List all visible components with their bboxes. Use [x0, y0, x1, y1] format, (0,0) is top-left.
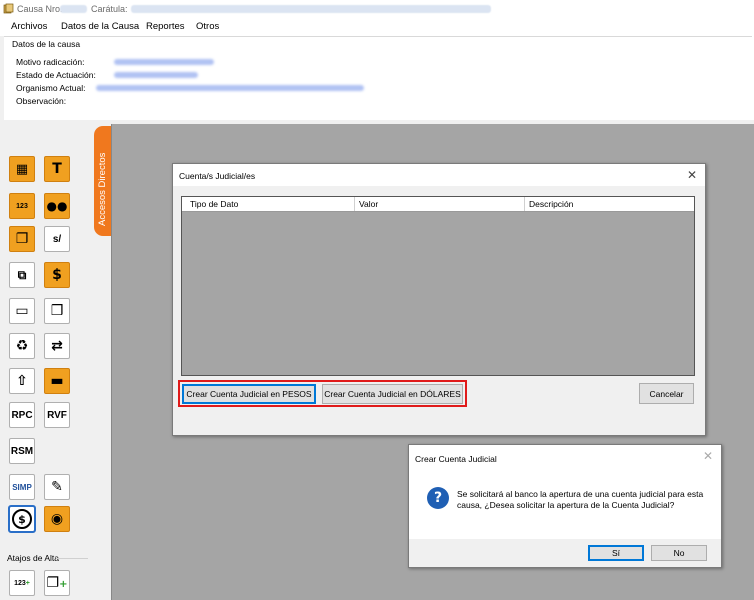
- confirm-title: Crear Cuenta Judicial: [415, 454, 497, 464]
- folder-icon[interactable]: ▭: [9, 298, 35, 324]
- causa-number-redacted: [60, 5, 87, 13]
- estado-actuacion-label: Estado de Actuación:: [16, 70, 96, 80]
- documents-icon[interactable]: ❒: [44, 298, 70, 324]
- dialog-header: Cuenta/s Judicial/es ✕: [173, 164, 705, 186]
- cancelar-button[interactable]: Cancelar: [639, 383, 694, 404]
- rsm-icon[interactable]: RSM: [9, 438, 35, 464]
- confirm-footer: Sí No: [409, 539, 721, 567]
- organismo-actual-value-redacted: [96, 85, 364, 91]
- accesos-directos-tab[interactable]: Accesos Directos: [94, 126, 112, 236]
- copy-stack-icon[interactable]: ❐: [9, 226, 35, 252]
- calculator-icon[interactable]: ▦: [9, 156, 35, 182]
- col-tipo-dato[interactable]: Tipo de Dato: [190, 199, 238, 209]
- upload-document-icon[interactable]: ⇧: [9, 368, 35, 394]
- menu-reportes[interactable]: Reportes: [146, 21, 185, 32]
- confirm-header: Crear Cuenta Judicial ✕: [409, 445, 721, 467]
- numbers-icon[interactable]: 123: [9, 193, 35, 219]
- no-button[interactable]: No: [651, 545, 707, 561]
- text-icon[interactable]: T: [44, 156, 70, 182]
- crear-cuenta-pesos-button[interactable]: Crear Cuenta Judicial en PESOS: [182, 384, 316, 404]
- question-icon: ?: [427, 487, 449, 509]
- accesos-directos-label: Accesos Directos: [97, 152, 108, 226]
- eye-icon[interactable]: ◉: [44, 506, 70, 532]
- causa-label: Causa Nro.:: [17, 4, 66, 14]
- simp-icon[interactable]: SIMP: [9, 474, 35, 500]
- datos-causa-panel: Datos de la causa Motivo radicación: Est…: [4, 36, 754, 120]
- new-numbers-icon[interactable]: 123+: [9, 570, 35, 596]
- cuentas-grid[interactable]: Tipo de Dato Valor Descripción: [181, 196, 695, 376]
- organismo-actual-label: Organismo Actual:: [16, 83, 86, 93]
- menu-archivos[interactable]: Archivos: [11, 21, 47, 32]
- people-icon[interactable]: ●●: [44, 193, 70, 219]
- dialog-title: Cuenta/s Judicial/es: [179, 171, 256, 181]
- grid-header: Tipo de Dato Valor Descripción: [182, 197, 694, 212]
- dollar-circle-icon[interactable]: $: [8, 505, 36, 533]
- monitor-icon[interactable]: ▬: [44, 368, 70, 394]
- new-documents-icon[interactable]: ❐+: [44, 570, 70, 596]
- menu-datos-causa[interactable]: Datos de la Causa: [61, 21, 139, 32]
- caratula-redacted: [131, 5, 491, 13]
- confirm-message: Se solicitará al banco la apertura de un…: [457, 489, 704, 510]
- sheet-slash-icon[interactable]: s/: [44, 226, 70, 252]
- atajos-divider: [56, 558, 88, 559]
- motivo-radicacion-value-redacted: [114, 59, 214, 65]
- rvf-icon[interactable]: RVF: [44, 402, 70, 428]
- rpc-icon[interactable]: RPC: [9, 402, 35, 428]
- col-valor[interactable]: Valor: [359, 199, 378, 209]
- estado-actuacion-value-redacted: [114, 72, 198, 78]
- caratula-label: Carátula:: [91, 4, 128, 14]
- col-descripcion[interactable]: Descripción: [529, 199, 573, 209]
- crear-cuenta-dolares-button[interactable]: Crear Cuenta Judicial en DÓLARES: [322, 384, 463, 404]
- title-bar: Causa Nro.: Carátula:: [0, 0, 754, 18]
- resize-icon[interactable]: ⧉: [9, 262, 35, 288]
- dollar-document-icon[interactable]: $: [44, 262, 70, 288]
- col-separator: [354, 197, 355, 211]
- observacion-label: Observación:: [16, 96, 67, 106]
- close-icon[interactable]: ✕: [687, 168, 697, 182]
- datos-causa-legend: Datos de la causa: [10, 39, 83, 49]
- col-separator: [524, 197, 525, 211]
- edit-document-icon[interactable]: ✎: [44, 474, 70, 500]
- menu-bar: Archivos Datos de la Causa Reportes Otro…: [0, 18, 754, 36]
- atajos-alta-label: Atajos de Alta: [7, 553, 59, 563]
- motivo-radicacion-label: Motivo radicación:: [16, 57, 85, 67]
- si-button[interactable]: Sí: [588, 545, 644, 561]
- transfer-icon[interactable]: ⇄: [44, 333, 70, 359]
- close-icon[interactable]: ✕: [703, 449, 713, 463]
- cuentas-judiciales-dialog: Cuenta/s Judicial/es ✕ Tipo de Dato Valo…: [172, 163, 706, 436]
- crear-cuenta-confirm-dialog: Crear Cuenta Judicial ✕ ? Se solicitará …: [408, 444, 722, 568]
- recycle-icon[interactable]: ♻: [9, 333, 35, 359]
- app-icon: [3, 3, 14, 14]
- menu-otros[interactable]: Otros: [196, 21, 219, 32]
